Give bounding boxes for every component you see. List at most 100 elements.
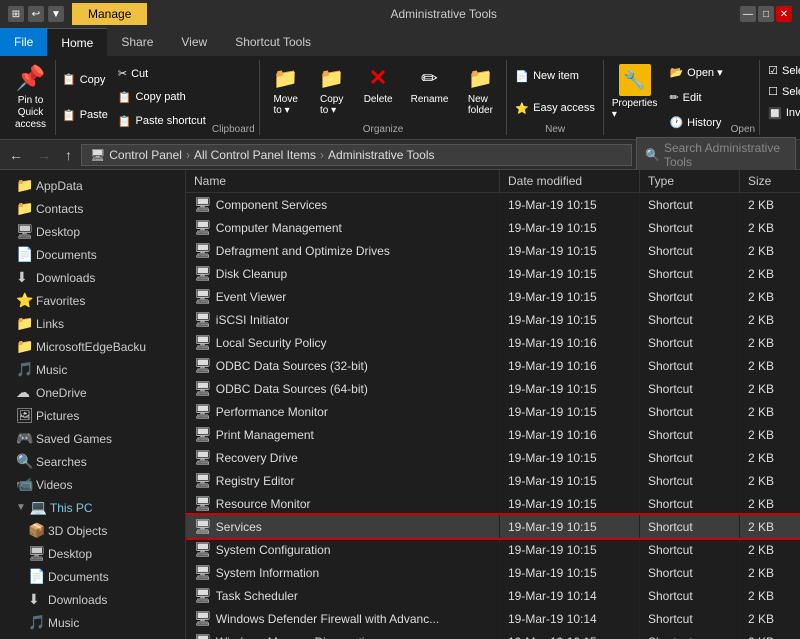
sidebar-item-pictures[interactable]: 🖼Pictures xyxy=(0,404,185,427)
cut-button[interactable]: ✂ Cut xyxy=(114,65,210,82)
file-icon: 🖥 xyxy=(194,633,212,639)
tab-view[interactable]: View xyxy=(167,28,221,56)
file-size-cell: 2 KB xyxy=(740,377,800,400)
sidebar-item-appdata[interactable]: 📁AppData xyxy=(0,174,185,197)
file-row[interactable]: 🖥 Event Viewer 19-Mar-19 10:15 Shortcut … xyxy=(186,285,800,308)
file-row[interactable]: 🖥 Performance Monitor 19-Mar-19 10:15 Sh… xyxy=(186,400,800,423)
move-to-label: Moveto ▾ xyxy=(273,94,297,116)
file-row[interactable]: 🖥 Defragment and Optimize Drives 19-Mar-… xyxy=(186,239,800,262)
file-row[interactable]: 🖥 ODBC Data Sources (64-bit) 19-Mar-19 1… xyxy=(186,377,800,400)
sidebar-item-3d-objects[interactable]: 📦3D Objects xyxy=(0,519,185,542)
sidebar-item-contacts[interactable]: 📁Contacts xyxy=(0,197,185,220)
file-size-cell: 2 KB xyxy=(740,607,800,630)
open-button[interactable]: 📂 Open ▾ xyxy=(665,64,726,81)
sidebar-item-downloads[interactable]: ⬇Downloads xyxy=(0,588,185,611)
path-segment-3[interactable]: Administrative Tools xyxy=(328,148,435,162)
file-date-cell: 19-Mar-19 10:15 xyxy=(500,308,640,331)
minimize-button[interactable]: — xyxy=(740,6,756,22)
sidebar-item-searches[interactable]: 🔍Searches xyxy=(0,450,185,473)
file-row[interactable]: 🖥 Task Scheduler 19-Mar-19 10:14 Shortcu… xyxy=(186,584,800,607)
column-type[interactable]: Type xyxy=(640,170,740,192)
tab-file[interactable]: File xyxy=(0,28,47,56)
easy-access-button[interactable]: ⭐ Easy access xyxy=(511,100,598,117)
file-row[interactable]: 🖥 Local Security Policy 19-Mar-19 10:16 … xyxy=(186,331,800,354)
delete-button[interactable]: ✕ Delete xyxy=(356,60,401,124)
maximize-button[interactable]: □ xyxy=(758,6,774,22)
up-button[interactable]: ↑ xyxy=(60,145,77,165)
sidebar-item-saved-games[interactable]: 🎮Saved Games xyxy=(0,427,185,450)
file-row[interactable]: 🖥 System Configuration 19-Mar-19 10:15 S… xyxy=(186,538,800,561)
new-buttons: 📄 New item ⭐ Easy access xyxy=(511,60,598,124)
sidebar-icon: 📹 xyxy=(16,476,32,493)
column-name[interactable]: Name xyxy=(186,170,500,192)
properties-button[interactable]: 🔧 Properties ▾ xyxy=(608,60,662,135)
sidebar-item-downloads[interactable]: ⬇Downloads xyxy=(0,266,185,289)
copy-path-button[interactable]: 📋 Copy path xyxy=(114,89,210,106)
search-placeholder: Search Administrative Tools xyxy=(664,141,787,169)
rename-button[interactable]: ✏ Rename xyxy=(403,60,457,124)
window-controls[interactable]: — □ ✕ xyxy=(740,6,792,22)
sidebar-item-onedrive[interactable]: ☁OneDrive xyxy=(0,381,185,404)
file-icon: 🖥 xyxy=(194,449,212,466)
search-box[interactable]: 🔍 Search Administrative Tools xyxy=(636,137,796,173)
back-button[interactable]: ← xyxy=(4,145,28,165)
manage-tab[interactable]: Manage xyxy=(72,3,147,25)
history-button[interactable]: 🕐 History xyxy=(665,114,726,131)
file-date-cell: 19-Mar-19 10:15 xyxy=(500,216,640,239)
paste-button[interactable]: 📋 Paste xyxy=(58,107,112,124)
sidebar-item-links[interactable]: 📁Links xyxy=(0,312,185,335)
forward-button[interactable]: → xyxy=(32,145,56,165)
edit-button[interactable]: ✏ Edit xyxy=(665,89,726,106)
file-row[interactable]: 🖥 Windows Defender Firewall with Advanc.… xyxy=(186,607,800,630)
file-row[interactable]: 🖥 Resource Monitor 19-Mar-19 10:15 Short… xyxy=(186,492,800,515)
sidebar-item-desktop[interactable]: 🖥Desktop xyxy=(0,220,185,243)
sidebar-item-documents[interactable]: 📄Documents xyxy=(0,243,185,266)
file-type-cell: Shortcut xyxy=(640,492,740,515)
sidebar-item-desktop[interactable]: 🖥Desktop xyxy=(0,542,185,565)
path-segment-2[interactable]: All Control Panel Items xyxy=(194,148,316,162)
new-folder-button[interactable]: 📁 Newfolder xyxy=(458,60,502,124)
move-to-button[interactable]: 📁 Moveto ▾ xyxy=(264,60,308,124)
select-all-button[interactable]: ☑ Select all xyxy=(764,62,800,79)
sidebar-item-music[interactable]: 🎵Music xyxy=(0,358,185,381)
tab-home[interactable]: Home xyxy=(47,28,107,56)
select-none-button[interactable]: ☐ Select none xyxy=(764,83,800,100)
sidebar-item-videos[interactable]: 📹Videos xyxy=(0,473,185,496)
file-name: Disk Cleanup xyxy=(216,267,287,281)
column-date[interactable]: Date modified xyxy=(500,170,640,192)
file-row[interactable]: 🖥 Recovery Drive 19-Mar-19 10:15 Shortcu… xyxy=(186,446,800,469)
file-row[interactable]: 🖥 System Information 19-Mar-19 10:15 Sho… xyxy=(186,561,800,584)
path-segment-1[interactable]: Control Panel xyxy=(109,148,182,162)
sidebar-item-documents[interactable]: 📄Documents xyxy=(0,565,185,588)
copy-to-button[interactable]: 📁 Copyto ▾ xyxy=(310,60,354,124)
sidebar-item-favorites[interactable]: ⭐Favorites xyxy=(0,289,185,312)
file-row[interactable]: 🖥 Print Management 19-Mar-19 10:16 Short… xyxy=(186,423,800,446)
invert-selection-button[interactable]: 🔲 Invert selection xyxy=(764,105,800,122)
column-size[interactable]: Size xyxy=(740,170,800,192)
address-path[interactable]: 🖥 Control Panel › All Control Panel Item… xyxy=(81,144,632,166)
copy-button[interactable]: 📋 Copy xyxy=(58,71,112,88)
close-button[interactable]: ✕ xyxy=(776,6,792,22)
tab-share[interactable]: Share xyxy=(107,28,167,56)
sidebar-item-microsoftedgebacku[interactable]: 📁MicrosoftEdgeBacku xyxy=(0,335,185,358)
file-name: Windows Defender Firewall with Advanc... xyxy=(216,612,439,626)
file-row[interactable]: 🖥 Registry Editor 19-Mar-19 10:15 Shortc… xyxy=(186,469,800,492)
tab-shortcut-tools[interactable]: Shortcut Tools xyxy=(221,28,325,56)
file-row[interactable]: 🖥 Computer Management 19-Mar-19 10:15 Sh… xyxy=(186,216,800,239)
paste-shortcut-button[interactable]: 📋 Paste shortcut xyxy=(114,113,210,130)
sidebar-label: Documents xyxy=(48,570,109,584)
new-item-button[interactable]: 📄 New item xyxy=(511,68,598,85)
pin-to-quick-access-button[interactable]: 📌 Pin to Quickaccess xyxy=(6,60,56,135)
window-icon-2: ↩ xyxy=(28,6,44,22)
sidebar-item-this-pc[interactable]: ▼💻This PC xyxy=(0,496,185,519)
pin-icon: 📌 xyxy=(16,64,46,93)
file-row[interactable]: 🖥 ODBC Data Sources (32-bit) 19-Mar-19 1… xyxy=(186,354,800,377)
file-row[interactable]: 🖥 Services 19-Mar-19 10:15 Shortcut 2 KB xyxy=(186,515,800,538)
file-row[interactable]: 🖥 Component Services 19-Mar-19 10:15 Sho… xyxy=(186,193,800,216)
file-row[interactable]: 🖥 Disk Cleanup 19-Mar-19 10:15 Shortcut … xyxy=(186,262,800,285)
sidebar-item-music[interactable]: 🎵Music xyxy=(0,611,185,634)
sidebar-label: Downloads xyxy=(48,593,107,607)
select-all-icon: ☑ xyxy=(768,64,778,77)
file-type-cell: Shortcut xyxy=(640,239,740,262)
file-row[interactable]: 🖥 iSCSI Initiator 19-Mar-19 10:15 Shortc… xyxy=(186,308,800,331)
